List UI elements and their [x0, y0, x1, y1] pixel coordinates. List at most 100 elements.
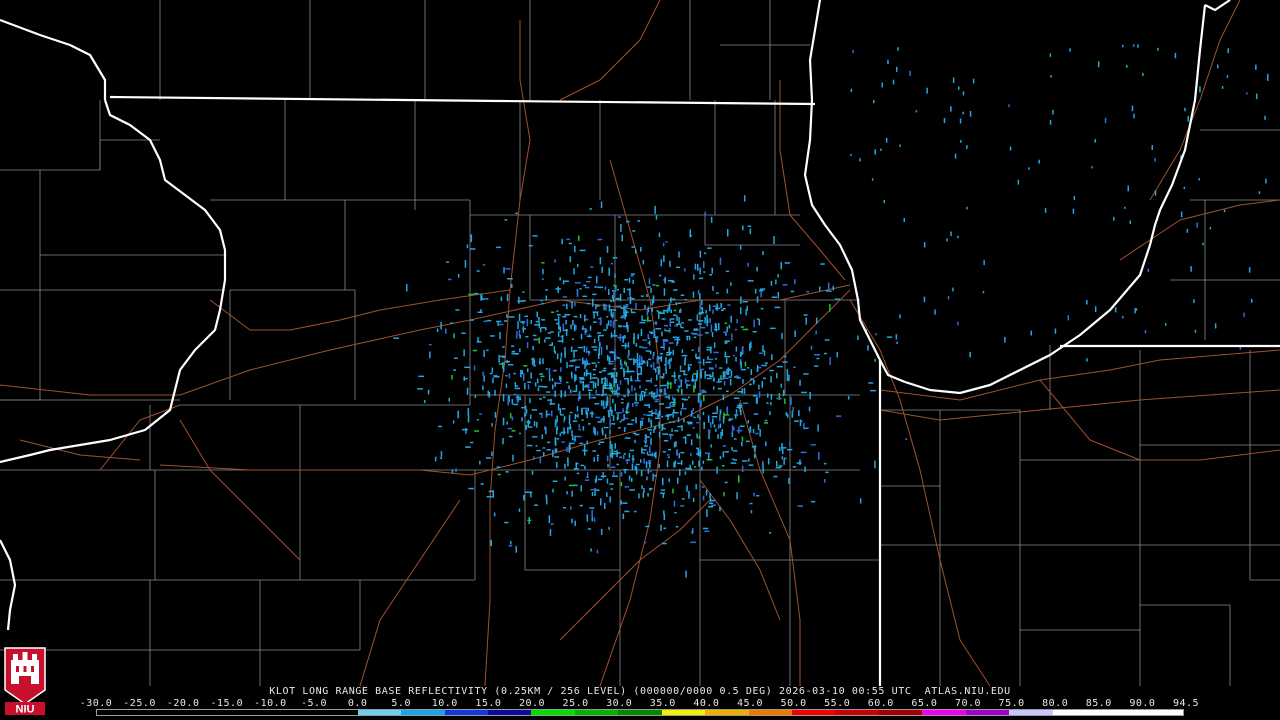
- echo-pixel: [716, 303, 718, 311]
- echo-pixel: [587, 389, 593, 391]
- echo-pixel: [680, 324, 682, 328]
- echo-pixel: [539, 358, 541, 365]
- colorbar-label: 65.0: [911, 698, 938, 709]
- echo-pixel: [451, 375, 453, 380]
- echo-pixel: [962, 111, 964, 115]
- echo-pixel: [668, 448, 671, 451]
- echo-pixel: [555, 448, 558, 452]
- echo-pixel: [524, 412, 527, 416]
- echo-pixel: [586, 281, 591, 283]
- echo-pixel: [500, 296, 503, 301]
- echo-pixel: [606, 492, 608, 497]
- echo-pixel: [568, 444, 570, 453]
- echo-pixel: [645, 461, 648, 469]
- echo-pixel: [719, 257, 722, 265]
- echo-pixel: [682, 436, 687, 439]
- echo-pixel: [875, 333, 877, 336]
- echo-pixel: [469, 441, 474, 444]
- echo-pixel: [722, 394, 725, 401]
- echo-pixel: [496, 466, 500, 468]
- echo-pixel: [736, 492, 738, 500]
- echo-pixel: [609, 496, 611, 503]
- echo-pixel: [720, 303, 722, 308]
- echo-pixel: [616, 383, 619, 391]
- echo-pixel: [542, 386, 548, 388]
- echo-pixel: [1054, 328, 1057, 334]
- colorbar-label: 0.0: [347, 698, 368, 709]
- echo-pixel: [635, 417, 637, 424]
- echo-pixel: [656, 338, 658, 343]
- echo-pixel: [616, 463, 619, 466]
- state-border: [0, 99, 227, 464]
- echo-pixel: [712, 309, 714, 315]
- echo-pixel: [731, 432, 734, 437]
- echo-pixel: [673, 409, 675, 414]
- echo-pixel: [594, 403, 600, 405]
- echo-pixel: [467, 414, 470, 423]
- echo-pixel: [677, 425, 682, 428]
- echo-pixel: [572, 320, 574, 326]
- echo-pixel: [678, 453, 680, 459]
- echo-pixel: [652, 362, 655, 370]
- echo-pixel: [710, 216, 713, 223]
- echo-pixel: [610, 309, 617, 311]
- echo-pixel: [731, 447, 733, 451]
- echo-pixel: [545, 368, 548, 370]
- echo-pixel: [552, 449, 554, 458]
- echo-pixel: [615, 378, 618, 384]
- echo-pixel: [652, 284, 656, 286]
- echo-pixel: [674, 412, 679, 414]
- colorbar-label: 30.0: [606, 698, 633, 709]
- echo-pixel: [640, 392, 643, 396]
- echo-pixel: [691, 530, 693, 534]
- echo-pixel: [1067, 315, 1069, 321]
- echo-pixel: [489, 372, 493, 375]
- echo-pixel: [782, 284, 788, 286]
- echo-pixel: [700, 374, 702, 379]
- echo-pixel: [647, 492, 649, 497]
- echo-pixel: [729, 379, 732, 386]
- echo-pixel: [566, 446, 568, 453]
- echo-pixel: [655, 417, 661, 419]
- echo-pixel: [659, 389, 661, 393]
- echo-pixel: [545, 427, 547, 435]
- echo-pixel: [626, 288, 631, 291]
- echo-pixel: [1227, 48, 1229, 54]
- highway: [879, 349, 1280, 401]
- echo-pixel: [786, 413, 789, 418]
- echo-pixel: [758, 352, 763, 354]
- echo-pixel: [533, 359, 536, 367]
- echo-pixel: [615, 305, 622, 307]
- echo-pixel: [490, 335, 495, 337]
- echo-pixel: [799, 379, 801, 386]
- echo-pixel: [619, 421, 622, 423]
- echo-pixel: [867, 345, 869, 351]
- echo-pixel: [678, 375, 680, 379]
- echo-pixel: [681, 388, 683, 395]
- echo-pixel: [583, 443, 586, 451]
- echo-pixel: [511, 399, 514, 405]
- echo-pixel: [663, 527, 667, 529]
- echo-pixel: [637, 334, 639, 340]
- echo-pixel: [663, 440, 669, 442]
- echo-pixel: [744, 195, 746, 202]
- echo-pixel: [578, 428, 581, 431]
- echo-pixel: [557, 316, 560, 325]
- echo-pixel: [584, 479, 590, 481]
- echo-pixel: [508, 364, 514, 366]
- echo-pixel: [684, 268, 686, 272]
- echo-pixel: [482, 371, 484, 376]
- echo-pixel: [648, 278, 651, 285]
- echo-pixel: [1251, 299, 1253, 303]
- echo-pixel: [606, 345, 608, 350]
- echo-pixel: [448, 278, 452, 281]
- echo-pixel: [593, 517, 596, 522]
- echo-pixel: [480, 483, 484, 485]
- echo-pixel: [470, 319, 474, 321]
- echo-pixel: [814, 354, 820, 356]
- echo-pixel: [609, 382, 611, 387]
- echo-pixel: [972, 78, 975, 84]
- echo-pixel: [504, 219, 508, 221]
- echo-pixel: [748, 464, 754, 466]
- echo-pixel: [798, 410, 800, 417]
